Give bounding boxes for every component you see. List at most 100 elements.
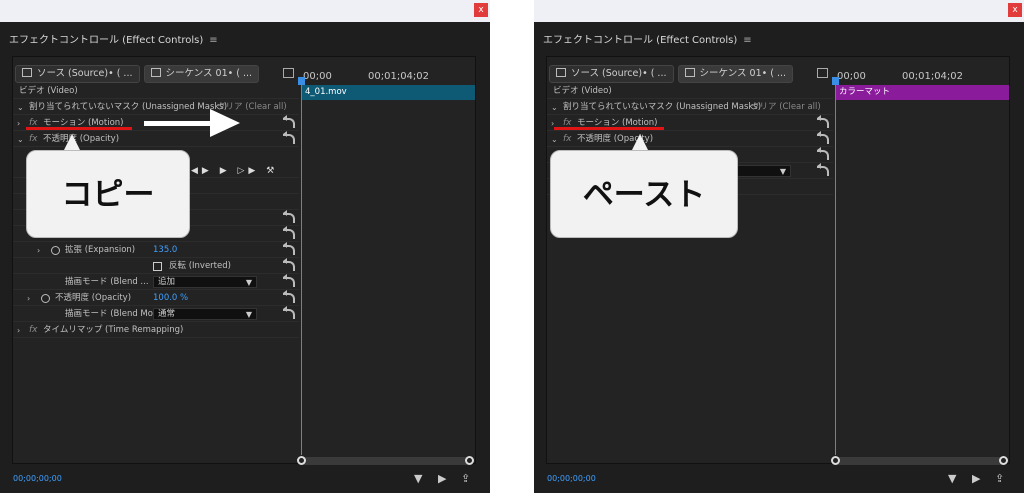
- export-icon[interactable]: ⇪: [995, 472, 1004, 485]
- source-tab[interactable]: ソース (Source)• ( ...: [15, 65, 140, 83]
- reset-icon[interactable]: [817, 115, 829, 128]
- clear-all-button[interactable]: クリア (Clear all): [751, 100, 821, 115]
- blend-mode-row[interactable]: 描画モード (Blend Mo... 通常 ▼: [13, 306, 299, 322]
- opacity-header-label: 不透明度 (Opacity): [43, 134, 120, 144]
- chevron-right-icon[interactable]: ›: [17, 323, 20, 338]
- source-bar: ソース (Source)• ( ... シーケンス 01• ( ...: [15, 65, 260, 83]
- time-remap-label: タイムリマップ (Time Remapping): [43, 325, 184, 335]
- chevron-down-icon[interactable]: ⌄: [17, 132, 24, 147]
- panel-layout-icon[interactable]: [283, 68, 294, 78]
- stopwatch-icon[interactable]: [41, 294, 50, 303]
- panel-layout-icon[interactable]: [817, 68, 828, 78]
- fx-icon: fx: [29, 325, 38, 335]
- video-header-row: ビデオ (Video): [547, 84, 833, 99]
- blend-mode-dropdown[interactable]: 追加 ▼: [153, 276, 257, 288]
- reset-icon[interactable]: [283, 226, 295, 239]
- chevron-down-icon[interactable]: ⌄: [17, 100, 24, 115]
- copy-arrow-head: [210, 109, 240, 137]
- chevron-right-icon[interactable]: ›: [17, 116, 20, 131]
- reset-icon[interactable]: [283, 242, 295, 255]
- scroll-handle-left[interactable]: [831, 456, 840, 465]
- ruler-start: 00;00: [837, 71, 866, 82]
- fx-icon: fx: [563, 134, 572, 144]
- playhead[interactable]: [832, 77, 839, 455]
- sequence-tab[interactable]: シーケンス 01• ( ...: [677, 65, 794, 83]
- reset-icon[interactable]: [283, 210, 295, 223]
- effect-controls-body: ソース (Source)• ( ... シーケンス 01• ( ... ビデオ …: [12, 56, 476, 465]
- expansion-row[interactable]: › 拡張 (Expansion) 135.0: [13, 242, 299, 258]
- reset-icon[interactable]: [283, 274, 295, 287]
- reset-icon[interactable]: [283, 306, 295, 319]
- chevron-down-icon[interactable]: ⌄: [551, 132, 558, 147]
- play-audio-icon[interactable]: ▶: [972, 472, 980, 485]
- playhead-handle[interactable]: [832, 77, 839, 85]
- scroll-handle-left[interactable]: [297, 456, 306, 465]
- playhead-handle[interactable]: [298, 77, 305, 85]
- copy-arrow-shaft: [144, 121, 212, 126]
- effect-timeline[interactable]: 00;00 00;01;04;02 カラーマット: [831, 71, 1009, 465]
- source-tab[interactable]: ソース (Source)• ( ...: [549, 65, 674, 83]
- panel-menu-icon[interactable]: ≡: [743, 35, 751, 46]
- mask-track-icons[interactable]: ◀▶ ▶ ▷▶ ⚒: [191, 164, 278, 179]
- chevron-down-icon: ▼: [245, 310, 252, 319]
- reset-icon[interactable]: [817, 147, 829, 160]
- scroll-handle-right[interactable]: [465, 456, 474, 465]
- timecode-display[interactable]: 00;00;00;00: [13, 474, 62, 483]
- chevron-down-icon[interactable]: ⌄: [551, 100, 558, 115]
- mask-row[interactable]: ⌄ 割り当てられていないマスク (Unassigned Masks) クリア (…: [547, 100, 833, 115]
- close-button[interactable]: x: [1008, 3, 1022, 17]
- timecode-display[interactable]: 00;00;00;00: [547, 474, 596, 483]
- mask-row[interactable]: ⌄ 割り当てられていないマスク (Unassigned Masks) クリア (…: [13, 100, 299, 115]
- video-header-label: ビデオ (Video): [553, 86, 612, 96]
- playhead[interactable]: [298, 77, 305, 455]
- sequence-tab[interactable]: シーケンス 01• ( ...: [143, 65, 260, 83]
- left-effect-controls-window: x エフェクトコントロール (Effect Controls) ≡ ソース (So…: [0, 0, 490, 493]
- clip-bar[interactable]: カラーマット: [835, 85, 1009, 100]
- filter-icon[interactable]: ▼: [948, 472, 956, 485]
- filter-icon[interactable]: ▼: [414, 472, 422, 485]
- stopwatch-icon[interactable]: [51, 246, 60, 255]
- reset-icon[interactable]: [817, 131, 829, 144]
- blend-mode-row[interactable]: 描画モード (Blend ... 追加 ▼: [13, 274, 299, 290]
- play-audio-icon[interactable]: ▶: [438, 472, 446, 485]
- source-icon: [22, 68, 32, 77]
- copy-callout: コピー: [26, 150, 190, 238]
- opacity-effect-row[interactable]: ⌄ fx 不透明度 (Opacity): [547, 131, 833, 147]
- effect-timeline[interactable]: 00;00 00;01;04;02 4_01.mov: [297, 71, 475, 465]
- chevron-right-icon[interactable]: ›: [27, 291, 30, 306]
- opacity-row[interactable]: › 不透明度 (Opacity) 100.0 %: [13, 290, 299, 306]
- ruler-mid: 00;01;04;02: [902, 71, 964, 82]
- export-icon[interactable]: ⇪: [461, 472, 470, 485]
- mask-label: 割り当てられていないマスク (Unassigned Masks): [29, 102, 228, 112]
- bubble-tail: [632, 134, 648, 150]
- timeline-scrollbar[interactable]: [831, 456, 1008, 465]
- reset-icon[interactable]: [283, 258, 295, 271]
- opacity-effect-row[interactable]: ⌄ fx 不透明度 (Opacity): [13, 131, 299, 147]
- window-titlebar: x: [534, 0, 1024, 22]
- opacity-value[interactable]: 100.0 %: [153, 291, 188, 306]
- scroll-handle-right[interactable]: [999, 456, 1008, 465]
- chevron-right-icon[interactable]: ›: [37, 243, 40, 258]
- chevron-down-icon: ▼: [779, 167, 786, 176]
- inverted-checkbox[interactable]: [153, 262, 162, 271]
- source-bar: ソース (Source)• ( ... シーケンス 01• ( ...: [549, 65, 794, 83]
- timeline-scrollbar[interactable]: [297, 456, 474, 465]
- close-button[interactable]: x: [474, 3, 488, 17]
- time-remap-row[interactable]: › fx タイムリマップ (Time Remapping): [13, 323, 299, 338]
- reset-icon[interactable]: [283, 115, 295, 128]
- blend-mode-dropdown[interactable]: 通常 ▼: [153, 308, 257, 320]
- sequence-icon: [150, 68, 161, 77]
- reset-icon[interactable]: [283, 131, 295, 144]
- blend-mode-label: 描画モード (Blend Mo...: [65, 309, 161, 319]
- paste-callout: ペースト: [550, 150, 738, 238]
- clip-bar[interactable]: 4_01.mov: [301, 85, 475, 100]
- reset-icon[interactable]: [283, 290, 295, 303]
- expansion-value[interactable]: 135.0: [153, 243, 177, 258]
- source-icon: [556, 68, 566, 77]
- sequence-icon: [684, 68, 695, 77]
- panel-menu-icon[interactable]: ≡: [209, 35, 217, 46]
- chevron-down-icon: ▼: [245, 278, 252, 287]
- reset-icon[interactable]: [817, 163, 829, 176]
- opacity-label: 不透明度 (Opacity): [55, 293, 132, 303]
- inverted-row[interactable]: 反転 (Inverted): [13, 258, 299, 274]
